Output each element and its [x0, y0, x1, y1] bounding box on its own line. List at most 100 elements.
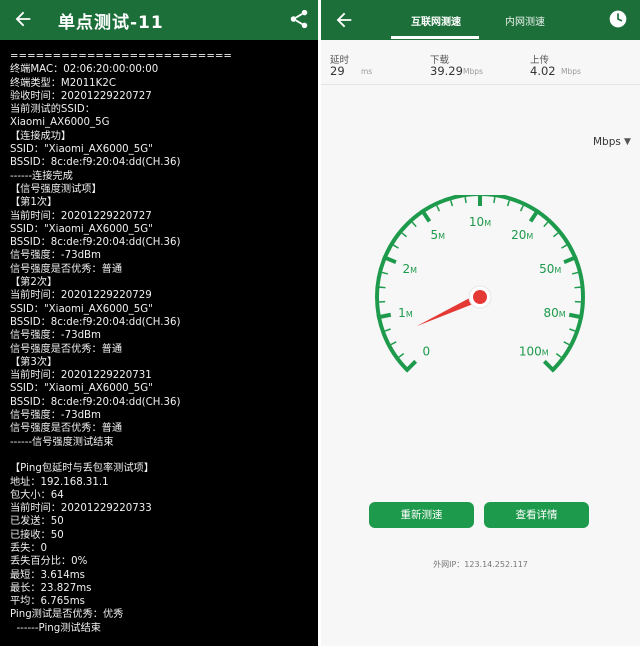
right-app-bar: 互联网测速 内网测速 [321, 0, 640, 40]
log-line: 信号强度：-73dBm [10, 250, 101, 262]
stats-divider [321, 84, 640, 85]
log-line: 终端类型：M2011K2C [10, 77, 116, 89]
log-line: 丢失：0 [10, 542, 48, 554]
log-line: BSSID：8c:de:f9:20:04:dd(CH.36) [10, 316, 181, 328]
gauge-minor-tick [493, 196, 496, 204]
upload-value: 4.02 [530, 64, 556, 78]
log-line: Ping测试是否优秀：优秀 [10, 609, 124, 621]
gauge-minor-tick [379, 286, 386, 289]
log-line: 最短：3.614ms [10, 569, 85, 581]
dropdown-caret-icon[interactable]: ▼ [624, 137, 631, 147]
gauge-tick-label: 80M [543, 306, 565, 320]
back-arrow-icon[interactable] [333, 9, 355, 31]
speed-test-panel: 互联网测速 内网测速 延时 29 ms 下载 39.29 Mbps 上传 4.0… [321, 0, 640, 646]
latency-value: 29 [330, 64, 345, 78]
gauge-minor-tick [381, 271, 389, 275]
log-line: 信号强度：-73dBm [10, 330, 101, 342]
public-ip-text: 外网IP：123.14.252.117 [433, 560, 528, 569]
gauge-major-tick [542, 359, 556, 373]
log-line: BSSID：8c:de:f9:20:04:dd(CH.36) [10, 157, 181, 169]
gauge-tick-label: 50M [539, 262, 561, 276]
log-line: 信号强度：-73dBm [10, 410, 101, 422]
log-line: 信号强度是否优秀：普通 [10, 423, 123, 435]
log-line: 终端MAC：02:06:20:00:00:00 [10, 64, 159, 76]
test-log: ========================== 终端MAC：02:06:20… [10, 50, 315, 635]
log-line: 已接收：50 [10, 529, 64, 541]
log-line: Xiaomi_AX6000_5G [10, 117, 110, 129]
log-line: ------连接完成 [10, 170, 73, 182]
log-line: SSID："Xiaomi_AX6000_5G" [10, 144, 153, 156]
gauge-tick-label: 20M [511, 228, 533, 242]
log-line: BSSID：8c:de:f9:20:04:dd(CH.36) [10, 396, 181, 408]
log-line: ------Ping测试结束 [10, 622, 101, 634]
log-line: SSID："Xiaomi_AX6000_5G" [10, 223, 153, 235]
log-line: 【信号强度测试项】 [10, 183, 102, 195]
test-log-panel: 单点测试-11 ========================== 终端MAC：… [0, 0, 318, 646]
gauge-hub [473, 290, 487, 304]
gauge-minor-tick [398, 352, 405, 358]
view-details-button[interactable]: 查看详情 [484, 502, 589, 528]
history-clock-icon[interactable] [608, 9, 628, 29]
unit-selector[interactable]: Mbps [593, 136, 621, 148]
active-tab-indicator [391, 36, 479, 39]
upload-unit: Mbps [561, 67, 581, 76]
gauge-tick-label: 100M [519, 345, 549, 359]
log-line: BSSID：8c:de:f9:20:04:dd(CH.36) [10, 237, 181, 249]
left-app-bar: 单点测试-11 [0, 0, 318, 40]
gauge-minor-tick [519, 205, 524, 212]
log-line: 【第2次】 [10, 277, 58, 289]
retest-button[interactable]: 重新测速 [369, 502, 474, 528]
gauge-minor-tick [563, 341, 570, 346]
page-title: 单点测试-11 [58, 13, 164, 33]
log-line: 【第1次】 [10, 197, 58, 209]
log-line: 【Ping包延时与丢包率测试项】 [10, 463, 154, 475]
gauge-minor-tick [506, 200, 511, 207]
gauge-minor-tick [411, 221, 417, 228]
gauge-tick-label: 0 [422, 345, 430, 359]
log-line: 当前时间：20201229220731 [10, 370, 152, 382]
gauge-major-tick [404, 359, 418, 373]
log-line: SSID："Xiaomi_AX6000_5G" [10, 303, 153, 315]
gauge-minor-tick [569, 328, 576, 332]
log-line: 丢失百分比：0% [10, 556, 88, 568]
log-line: 【连接成功】 [10, 130, 72, 142]
gauge-tick-label: 5M [431, 228, 446, 242]
log-line: 信号强度是否优秀：普通 [10, 343, 123, 355]
gauge-minor-tick [571, 271, 579, 275]
gauge-minor-tick [449, 200, 454, 207]
gauge-minor-tick [464, 196, 467, 204]
tab-internet-speed[interactable]: 互联网测速 [411, 13, 461, 28]
log-line: 验收时间：20201229220727 [10, 90, 152, 102]
log-line: 当前测试的SSID： [10, 104, 95, 116]
log-line: 【第3次】 [10, 356, 58, 368]
log-line: 已发送：50 [10, 516, 64, 528]
gauge-major-tick [568, 312, 584, 320]
gauge-minor-tick [401, 232, 408, 238]
log-line: 信号强度是否优秀：普通 [10, 263, 123, 275]
share-icon[interactable] [288, 8, 310, 30]
log-line: 包大小：64 [10, 489, 64, 501]
download-unit: Mbps [463, 67, 483, 76]
log-line: 地址：192.168.31.1 [10, 476, 109, 488]
log-line: SSID："Xiaomi_AX6000_5G" [10, 383, 153, 395]
gauge-minor-tick [561, 244, 568, 249]
log-line: ------信号强度测试结束 [10, 436, 114, 448]
log-line: ========================== [10, 51, 232, 62]
latency-unit: ms [361, 67, 373, 76]
gauge-minor-tick [555, 352, 562, 358]
gauge-tick-label: 2M [403, 262, 418, 276]
gauge-minor-tick [543, 221, 549, 228]
log-line: 最长：23.827ms [10, 582, 92, 594]
tab-intranet-speed[interactable]: 内网测速 [505, 13, 545, 28]
log-line: 当前时间：20201229220729 [10, 290, 152, 302]
log-line: 平均：6.765ms [10, 596, 85, 608]
gauge-tick-label: 10M [469, 215, 491, 229]
gauge-minor-tick [574, 286, 581, 289]
gauge-minor-tick [392, 244, 399, 249]
gauge-minor-tick [390, 341, 397, 346]
back-arrow-icon[interactable] [12, 8, 34, 30]
log-line: 当前时间：20201229220727 [10, 210, 152, 222]
gauge-minor-tick [436, 205, 441, 212]
gauge-major-tick [376, 312, 392, 320]
